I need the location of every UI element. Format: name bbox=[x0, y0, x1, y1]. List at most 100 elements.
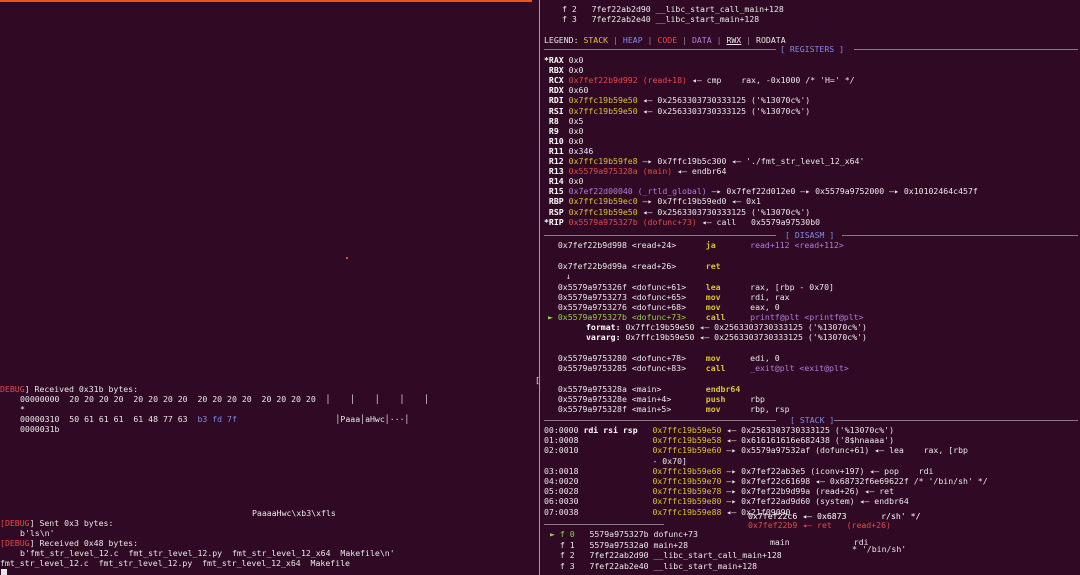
format-value: 0x7ffc19b59e50 ◂— 0x2563303730333125 ('%… bbox=[625, 322, 867, 332]
register-row: R15 0x7ef22d00040 (_rtld_global) —▸ 0x7f… bbox=[544, 186, 978, 196]
stack-value: —▸ 0x7fef22c61698 ◂— 0x68732f6e69622f /*… bbox=[721, 476, 988, 486]
stack-row: 02:0010 0x7ffc19b59e60 —▸ 0x5579a97532af… bbox=[544, 445, 968, 455]
disasm-symbol: <dofunc+65> bbox=[631, 292, 706, 302]
stack-offset: 03:0018 bbox=[544, 465, 584, 476]
stack-row: 05:0028 0x7ffc19b59e78 —▸ 0x7fef22b9d99a… bbox=[544, 486, 894, 496]
register-deref: ◂— cmp rax, -0x1000 /* 'H=' */ bbox=[686, 75, 855, 86]
disasm-args: edi, 0 bbox=[750, 353, 780, 363]
register-value: 0x7ffc19b59ec0 bbox=[568, 196, 638, 207]
hex-offset: 00000310 bbox=[20, 414, 60, 424]
register-name: RCX bbox=[544, 75, 569, 86]
stack-value: ◂— 0x2563303730333125 ('%13070c%') bbox=[721, 425, 894, 435]
stack-value: —▸ 0x5579a97532af (dofunc+61) ◂— lea rax… bbox=[721, 445, 968, 456]
stack-regs bbox=[583, 466, 652, 476]
register-value: 0x0 bbox=[568, 176, 584, 187]
vararg-arg: vararg: 0x7ffc19b59e50 ◂— 0x256330373033… bbox=[586, 332, 867, 342]
stack-address: 0x7ffc19b59e88 bbox=[652, 506, 722, 517]
stack-address: 0x7ffc19b59e68 bbox=[652, 465, 722, 476]
disasm-marker bbox=[548, 363, 558, 373]
register-row: *RAX 0x0 bbox=[544, 55, 583, 65]
stack-address: 0x7ffc19b59e80 bbox=[652, 496, 722, 507]
stack-value: —▸ 0x7fef22b9d99a (read+26) ◂— ret bbox=[721, 486, 894, 497]
stack-address: 0x7ffc19b59e70 bbox=[652, 476, 722, 486]
register-name: RDI bbox=[544, 95, 569, 106]
hex-ascii: │ │ │ │ │ bbox=[325, 394, 430, 404]
disasm-symbol: <main+5> bbox=[631, 404, 706, 414]
stack-header: [ STACK ] bbox=[790, 415, 835, 425]
right-gdb-pane[interactable]: f 2 7fef22ab2d90 __libc_start_call_main+… bbox=[542, 0, 1080, 575]
pane-divider[interactable] bbox=[539, 0, 540, 575]
register-name: RSI bbox=[544, 105, 569, 116]
disasm-symbol: <dofunc+61> bbox=[631, 282, 706, 292]
register-row: RBX 0x0 bbox=[544, 65, 584, 75]
disasm-opcode: mov bbox=[705, 404, 751, 414]
payload-text: PaaaaHwc\xb3\xfls bbox=[252, 508, 336, 518]
stack-offset: 02:0010 bbox=[544, 445, 584, 456]
stack-regs: rdi rsi rsp bbox=[583, 425, 653, 435]
disasm-marker bbox=[548, 240, 558, 250]
backtrace-frame: f 1 5579a97532a0 main+28 bbox=[550, 540, 688, 550]
received-line-1: DEBUG] Received 0x31b bytes: bbox=[0, 384, 138, 394]
register-row: RDX 0x60 bbox=[544, 85, 588, 95]
register-row: R9 0x0 bbox=[544, 126, 584, 136]
disasm-opcode: push bbox=[705, 394, 751, 404]
disasm-opcode: mov bbox=[705, 292, 751, 302]
legend-rwx: RWX bbox=[726, 35, 742, 45]
disasm-address: 0x7fef22b9d99a bbox=[557, 261, 632, 271]
sent-text: ] Sent 0x3 bytes: bbox=[29, 518, 114, 528]
frame-address: 7fef22ab2e40 bbox=[589, 560, 654, 571]
register-name: R10 bbox=[544, 135, 569, 146]
register-value: 0x7fef22b9d992 (read+18) bbox=[568, 75, 687, 86]
frame-address: 5579a97532a0 bbox=[589, 539, 654, 550]
stack-regs bbox=[583, 456, 652, 466]
registers-rule-right bbox=[854, 49, 1078, 50]
frame-address: 5579a975327b bbox=[589, 529, 654, 539]
disasm-opcode: mov bbox=[705, 353, 751, 363]
register-deref: ◂— 0x2563303730333125 ('%13070c%') bbox=[637, 206, 811, 217]
legend-code: CODE bbox=[657, 35, 678, 45]
disasm-symbol: <main+4> bbox=[631, 394, 706, 404]
stack-offset: 00:0000 bbox=[544, 425, 584, 435]
register-deref: ◂— 0x2563303730333125 ('%13070c%') bbox=[637, 95, 811, 106]
frame-index: f 1 bbox=[550, 539, 590, 550]
register-name: *RAX bbox=[544, 55, 569, 65]
disasm-opcode: call bbox=[705, 312, 751, 322]
disasm-args: eax, 0 bbox=[750, 302, 780, 312]
disasm-rule-right bbox=[842, 235, 1078, 236]
register-row: R8 0x5 bbox=[544, 116, 584, 126]
stack-row: 04:0020 0x7ffc19b59e70 —▸ 0x7fef22c61698… bbox=[544, 476, 988, 486]
frame-address: 7fef22ab2d90 bbox=[589, 550, 654, 560]
stack-row: 01:0008 0x7ffc19b59e58 ◂— 0x616161616e68… bbox=[544, 435, 894, 445]
frame-index: f 3 bbox=[550, 560, 590, 571]
frame-index: f 2 bbox=[550, 550, 590, 560]
register-row: R10 0x0 bbox=[544, 135, 584, 146]
register-name: *RIP bbox=[544, 216, 569, 227]
disasm-opcode: ja bbox=[705, 240, 751, 250]
disasm-address: 0x5579a975328f bbox=[557, 404, 632, 414]
frame-symbol: main+28 bbox=[653, 539, 689, 550]
register-value: 0x0 bbox=[568, 135, 584, 146]
register-name: R15 bbox=[544, 186, 569, 197]
backtrace-rule bbox=[544, 524, 664, 525]
stack-value: —▸ 0x7fef22ad9d60 (system) ◂— endbr64 bbox=[721, 496, 909, 507]
legend-data: DATA bbox=[691, 35, 712, 45]
disasm-line: 0x5579a975326f <dofunc+61> lea rax, [rbp… bbox=[548, 282, 834, 292]
register-name: RDX bbox=[544, 85, 569, 96]
stack-address: 0x7ffc19b59e60 bbox=[652, 445, 722, 456]
register-row: R14 0x0 bbox=[544, 176, 584, 187]
frame-index: ► f 0 bbox=[550, 529, 590, 539]
frame-address: 7fef22ab2e40 bbox=[591, 14, 656, 24]
disasm-address: 0x7fef22b9d998 bbox=[557, 240, 632, 250]
left-terminal-pane[interactable]: DEBUG] Received 0x31b bytes: 00000000 20… bbox=[0, 0, 537, 575]
stray-bracket: [ bbox=[535, 375, 540, 385]
disasm-marker bbox=[548, 302, 558, 312]
frame-index: f 2 bbox=[562, 4, 592, 14]
stack-offset: 04:0020 bbox=[544, 476, 584, 486]
sent-line: [DEBUG] Sent 0x3 bytes: bbox=[0, 518, 114, 528]
disasm-opcode: call bbox=[705, 363, 751, 373]
debug-tag: DEBUG bbox=[0, 384, 25, 394]
disasm-address: 0x5579a9753280 bbox=[557, 353, 632, 363]
red-marker-dot bbox=[346, 257, 348, 259]
register-deref: —▸ 0x7fef22d012e0 —▸ 0x5579a9752000 —▸ 0… bbox=[706, 186, 978, 197]
register-value: 0x5579a975328a (main) bbox=[568, 166, 673, 177]
